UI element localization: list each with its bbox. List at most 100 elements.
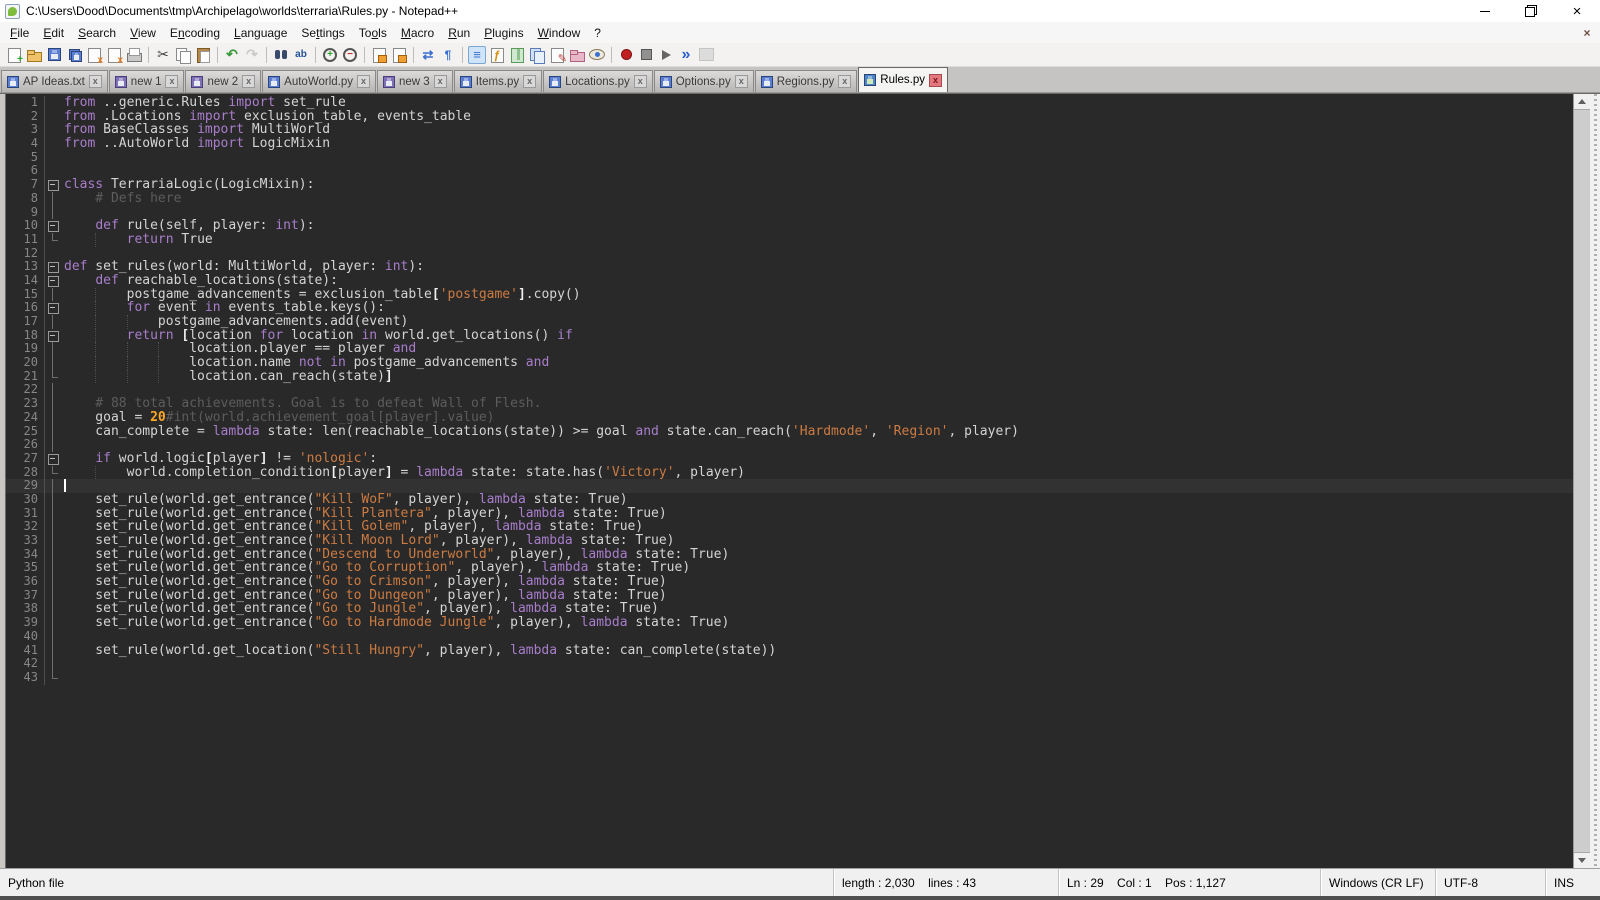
redo-icon[interactable] bbox=[243, 46, 261, 64]
tab-ap-ideas-txt[interactable]: AP Ideas.txt x bbox=[1, 70, 108, 92]
tab-new-1[interactable]: new 1x bbox=[109, 70, 185, 92]
show-all-characters-icon[interactable] bbox=[439, 46, 457, 64]
menu-file[interactable]: File bbox=[3, 24, 36, 42]
code-text bbox=[62, 206, 64, 220]
toolbar bbox=[0, 43, 1600, 67]
document-switcher-icon[interactable] bbox=[528, 46, 546, 64]
macro-stop-icon[interactable] bbox=[637, 46, 655, 64]
minimize-button[interactable] bbox=[1462, 0, 1508, 22]
menu-close-icon[interactable]: × bbox=[1578, 25, 1596, 41]
tab-close-icon[interactable]: x bbox=[523, 75, 536, 88]
copy-icon[interactable] bbox=[174, 46, 192, 64]
fold-toggle-icon[interactable] bbox=[44, 452, 62, 466]
tab-close-icon[interactable]: x bbox=[434, 75, 447, 88]
print-icon[interactable] bbox=[125, 46, 143, 64]
macro-record-icon[interactable] bbox=[617, 46, 635, 64]
save-icon[interactable] bbox=[45, 46, 63, 64]
code-line: 34 set_rule(world.get_entrance("Descend … bbox=[6, 548, 1573, 562]
zoom-out-icon[interactable] bbox=[341, 46, 359, 64]
cut-icon[interactable] bbox=[154, 46, 172, 64]
indent-guide-icon[interactable] bbox=[468, 46, 486, 64]
menu-language[interactable]: Language bbox=[227, 24, 294, 42]
fold-toggle-icon[interactable] bbox=[44, 260, 62, 274]
tab-close-icon[interactable]: x bbox=[929, 74, 942, 87]
scroll-down-icon[interactable] bbox=[1574, 853, 1590, 868]
code-text: from ..AutoWorld import LogicMixin bbox=[62, 137, 330, 151]
restore-button[interactable] bbox=[1508, 0, 1554, 22]
fold-margin bbox=[44, 247, 62, 261]
line-number: 9 bbox=[6, 206, 44, 220]
find-icon[interactable] bbox=[272, 46, 290, 64]
fold-toggle-icon[interactable] bbox=[44, 329, 62, 343]
macro-playback-icon[interactable] bbox=[657, 46, 675, 64]
close-all-icon[interactable] bbox=[105, 46, 123, 64]
menu-encoding[interactable]: Encoding bbox=[163, 24, 227, 42]
menu-[interactable]: ? bbox=[587, 24, 608, 42]
paste-icon[interactable] bbox=[194, 46, 212, 64]
new-file-icon[interactable] bbox=[5, 46, 23, 64]
tab-autoworld-py[interactable]: AutoWorld.pyx bbox=[262, 70, 376, 92]
tab-close-icon[interactable]: x bbox=[165, 75, 178, 88]
close-button[interactable]: × bbox=[1554, 0, 1600, 22]
scroll-up-icon[interactable] bbox=[1574, 94, 1590, 109]
menu-settings[interactable]: Settings bbox=[294, 24, 351, 42]
code-text: location.can_reach(state)] bbox=[62, 370, 393, 384]
fold-toggle-icon[interactable] bbox=[44, 301, 62, 315]
project-panel-icon[interactable] bbox=[568, 46, 586, 64]
tab-close-icon[interactable]: x bbox=[634, 75, 647, 88]
code-text bbox=[62, 247, 64, 261]
line-number: 7 bbox=[6, 178, 44, 192]
macro-run-multiple-icon[interactable] bbox=[677, 46, 695, 64]
menu-macro[interactable]: Macro bbox=[394, 24, 441, 42]
zoom-in-icon[interactable] bbox=[321, 46, 339, 64]
sync-scroll-horizontal-icon[interactable] bbox=[390, 46, 408, 64]
menu-search[interactable]: Search bbox=[71, 24, 123, 42]
document-map-icon[interactable] bbox=[508, 46, 526, 64]
save-state-icon bbox=[383, 76, 395, 88]
code-line: 10 def rule(self, player: int): bbox=[6, 219, 1573, 233]
save-all-icon[interactable] bbox=[65, 46, 83, 64]
code-text: set_rule(world.get_entrance("Kill Plante… bbox=[62, 507, 667, 521]
undo-icon[interactable] bbox=[223, 46, 241, 64]
tab-rules-py[interactable]: Rules.pyx bbox=[858, 67, 948, 92]
macro-save-icon[interactable] bbox=[697, 46, 715, 64]
replace-icon[interactable] bbox=[292, 46, 310, 64]
line-number: 36 bbox=[6, 575, 44, 589]
edit-marker-icon[interactable] bbox=[548, 46, 566, 64]
menu-tools[interactable]: Tools bbox=[352, 24, 394, 42]
close-file-icon[interactable] bbox=[85, 46, 103, 64]
fold-margin bbox=[44, 233, 62, 247]
line-number: 17 bbox=[6, 315, 44, 329]
tab-close-icon[interactable]: x bbox=[838, 75, 851, 88]
tab-close-icon[interactable]: x bbox=[89, 75, 102, 88]
tab-new-3[interactable]: new 3x bbox=[377, 70, 453, 92]
sync-scroll-vertical-icon[interactable] bbox=[370, 46, 388, 64]
file-monitoring-icon[interactable] bbox=[588, 46, 606, 64]
tab-new-2[interactable]: new 2x bbox=[185, 70, 261, 92]
word-wrap-icon[interactable] bbox=[419, 46, 437, 64]
menu-run[interactable]: Run bbox=[441, 24, 477, 42]
menu-view[interactable]: View bbox=[123, 24, 163, 42]
tab-items-py[interactable]: Items.pyx bbox=[454, 70, 542, 92]
menu-edit[interactable]: Edit bbox=[36, 24, 71, 42]
tab-close-icon[interactable]: x bbox=[357, 75, 370, 88]
tab-label: new 1 bbox=[131, 76, 162, 88]
fold-toggle-icon[interactable] bbox=[44, 219, 62, 233]
code-text: # 88 total achievements. Goal is to defe… bbox=[62, 397, 541, 411]
scrollbar-thumb[interactable] bbox=[1574, 109, 1590, 853]
tab-locations-py[interactable]: Locations.pyx bbox=[543, 70, 653, 92]
function-list-icon[interactable] bbox=[488, 46, 506, 64]
fold-toggle-icon[interactable] bbox=[44, 178, 62, 192]
code-editor[interactable]: 1from ..generic.Rules import set_rule2fr… bbox=[6, 94, 1573, 868]
tab-regions-py[interactable]: Regions.pyx bbox=[755, 70, 858, 92]
open-folder-icon[interactable] bbox=[25, 46, 43, 64]
menubar: FileEditSearchViewEncodingLanguageSettin… bbox=[0, 22, 1600, 43]
vertical-scrollbar[interactable] bbox=[1573, 94, 1590, 868]
menu-window[interactable]: Window bbox=[531, 24, 588, 42]
tab-close-icon[interactable]: x bbox=[242, 75, 255, 88]
tab-label: AP Ideas.txt bbox=[23, 76, 85, 88]
tab-options-py[interactable]: Options.pyx bbox=[654, 70, 754, 92]
menu-plugins[interactable]: Plugins bbox=[477, 24, 530, 42]
fold-toggle-icon[interactable] bbox=[44, 274, 62, 288]
tab-close-icon[interactable]: x bbox=[735, 75, 748, 88]
